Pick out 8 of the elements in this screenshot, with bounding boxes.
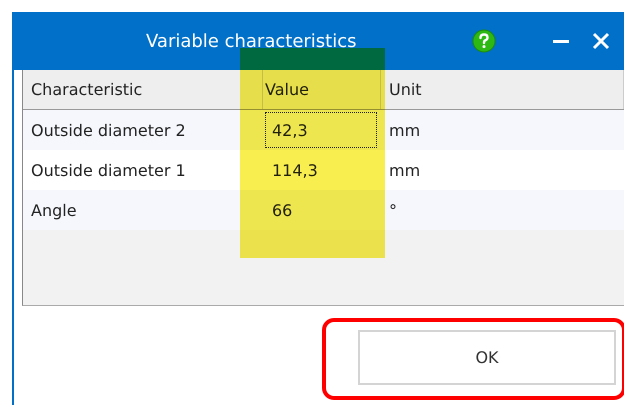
table-cell: °	[389, 200, 397, 220]
table-cell: Outside diameter 2	[31, 120, 186, 140]
table-cell: mm	[389, 120, 420, 140]
table-cell: mm	[389, 160, 420, 180]
window-title: Variable characteristics	[146, 30, 358, 52]
ok-button[interactable]: OK	[358, 330, 616, 385]
table-cell: Angle	[31, 200, 77, 220]
table-cell: Outside diameter 1	[31, 160, 186, 180]
